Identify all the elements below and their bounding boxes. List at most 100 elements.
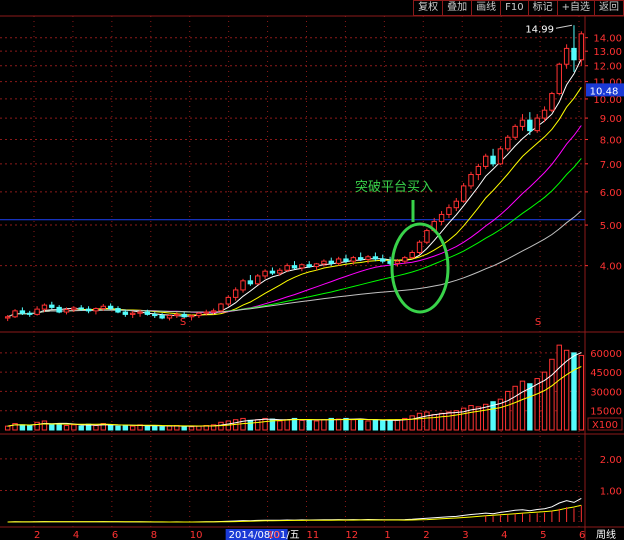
date-tick-label: 11 bbox=[307, 530, 320, 540]
indicator-fast-line bbox=[7, 497, 582, 523]
price-tick-label: 5.00 bbox=[600, 221, 622, 232]
date-tick-label: 8 bbox=[151, 530, 157, 540]
volume-bar bbox=[335, 418, 342, 431]
volume-bar bbox=[343, 417, 349, 431]
volume-bar bbox=[549, 358, 555, 431]
volume-bar bbox=[144, 425, 151, 431]
candle bbox=[416, 240, 423, 255]
indicator-tick-label: 1.00 bbox=[600, 486, 622, 497]
candle bbox=[107, 303, 114, 310]
volume-bar bbox=[556, 344, 562, 431]
candle bbox=[232, 287, 239, 301]
volume-tick-label: 60000 bbox=[590, 349, 622, 360]
volume-bar bbox=[255, 419, 261, 431]
mark-button[interactable]: 标记 bbox=[527, 0, 558, 16]
volume-bar bbox=[446, 411, 452, 431]
candle bbox=[85, 306, 92, 314]
candle bbox=[12, 309, 18, 318]
volume-bar bbox=[159, 426, 165, 431]
candle bbox=[505, 135, 511, 152]
candle bbox=[497, 146, 504, 166]
candlestick-series bbox=[4, 25, 585, 322]
candle bbox=[409, 250, 415, 259]
volume-bar bbox=[475, 406, 482, 431]
candle bbox=[357, 252, 364, 262]
candle bbox=[93, 307, 99, 315]
date-tick-label: 2 bbox=[423, 530, 429, 540]
overlay-button[interactable]: 叠加 bbox=[442, 0, 473, 16]
volume-bar bbox=[571, 352, 577, 431]
price-tick-label: 6.00 bbox=[600, 188, 622, 199]
volume-bar bbox=[365, 420, 371, 431]
candle bbox=[534, 114, 540, 133]
date-tick-label: 2 bbox=[34, 530, 40, 540]
price-tick-label: 8.00 bbox=[600, 136, 622, 147]
candle bbox=[365, 255, 371, 264]
candle bbox=[240, 278, 246, 293]
candle bbox=[468, 171, 474, 189]
volume-bar bbox=[262, 417, 268, 431]
candle bbox=[563, 44, 570, 69]
price-tick-label: 13.00 bbox=[593, 47, 622, 58]
restore-rights-button[interactable]: 复权 bbox=[413, 0, 444, 16]
date-tick-label: 10 bbox=[268, 530, 281, 540]
candle bbox=[475, 163, 482, 181]
candle bbox=[115, 306, 121, 314]
volume-bar bbox=[247, 419, 254, 431]
candle bbox=[49, 301, 55, 310]
candle bbox=[166, 314, 173, 321]
breakout-annotation: 突破平台买入 bbox=[355, 180, 434, 195]
candle bbox=[490, 148, 496, 167]
candle bbox=[460, 182, 467, 203]
back-button[interactable]: 返回 bbox=[594, 0, 624, 16]
candle bbox=[549, 91, 555, 113]
volume-bar bbox=[188, 426, 195, 431]
stock-chart[interactable]: 14.0013.0012.0011.0010.009.008.007.006.0… bbox=[0, 0, 624, 540]
date-tick-label: 12 bbox=[345, 530, 358, 540]
date-tick-label: 1 bbox=[384, 530, 390, 540]
volume-bar bbox=[49, 424, 55, 431]
candle bbox=[27, 310, 33, 317]
volume-bar bbox=[321, 419, 327, 431]
candle bbox=[255, 274, 261, 285]
candle bbox=[578, 31, 585, 66]
volume-bar bbox=[505, 390, 511, 431]
volume-bar bbox=[306, 419, 312, 431]
candle bbox=[34, 306, 40, 316]
candle bbox=[299, 263, 305, 272]
volume-bar bbox=[299, 419, 305, 431]
price-tick-label: 7.00 bbox=[600, 160, 622, 171]
volume-bar bbox=[107, 424, 114, 431]
candle bbox=[556, 62, 562, 96]
volume-bar bbox=[483, 403, 489, 431]
add-favorite-button[interactable]: +自选 bbox=[556, 0, 595, 16]
draw-line-button[interactable]: 画线 bbox=[471, 0, 502, 16]
candle bbox=[174, 312, 180, 318]
indicator-series bbox=[7, 497, 582, 523]
chart-toolbar: 复权 叠加 画线 F10 标记 +自选 返回 bbox=[413, 0, 624, 16]
volume-bar bbox=[19, 424, 26, 431]
volume-tick-label: 45000 bbox=[590, 368, 622, 379]
candle bbox=[56, 305, 62, 314]
candle bbox=[372, 252, 379, 262]
price-tick-label: 12.00 bbox=[593, 62, 622, 73]
candle bbox=[483, 153, 489, 170]
candle bbox=[424, 228, 430, 245]
signal-marker: S bbox=[180, 317, 186, 328]
ma20-line bbox=[7, 125, 582, 318]
volume-bar bbox=[34, 421, 40, 431]
volume-bar bbox=[409, 415, 415, 431]
volume-bar bbox=[416, 412, 423, 431]
volume-bar bbox=[387, 419, 393, 431]
candle bbox=[262, 269, 268, 279]
candle bbox=[247, 274, 254, 286]
period-label: 周线 bbox=[596, 528, 616, 540]
volume-bar bbox=[372, 419, 379, 431]
candle bbox=[571, 25, 577, 72]
candle bbox=[519, 114, 526, 131]
volume-bar bbox=[93, 425, 99, 431]
ma10-line bbox=[7, 87, 582, 318]
f10-button[interactable]: F10 bbox=[500, 0, 529, 16]
volume-bar bbox=[63, 425, 70, 431]
volume-bar bbox=[41, 420, 48, 431]
